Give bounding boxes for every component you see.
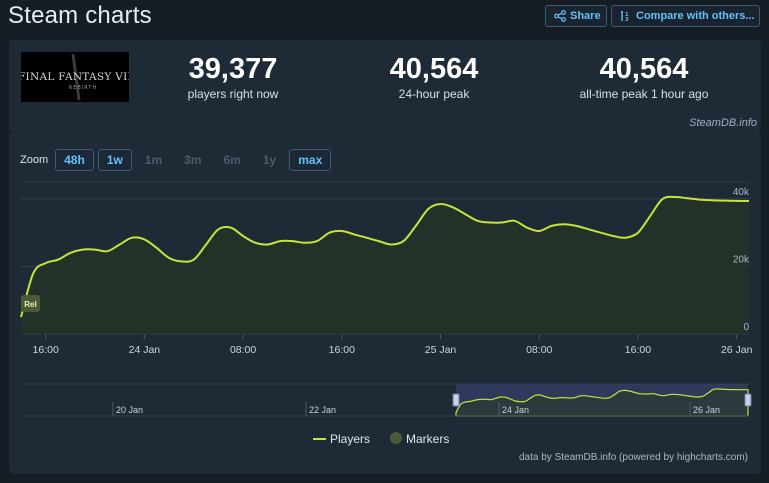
x-tick-label: 16:00 [33, 344, 59, 356]
navigator-right-handle[interactable] [744, 393, 752, 407]
stat-current-players: 39,377 players right now [163, 52, 303, 102]
y-tick-label: 40k [733, 187, 750, 198]
x-axis: 16:00 24 Jan 08:00 16:00 25 Jan 08:00 16:00 26 … [33, 334, 753, 356]
y-tick-label: 20k [733, 254, 750, 265]
x-tick-label: 16:00 [625, 344, 651, 356]
legend-item-players[interactable]: Players [313, 432, 370, 446]
compare-icon: 1 3 [621, 11, 629, 22]
x-tick-label: 24 Jan [129, 344, 161, 356]
share-label: Share [570, 10, 601, 22]
stat-label: players right now [187, 87, 279, 101]
stats-panel: FINAL FANTASY VII REBIRTH 39,377 players… [9, 40, 761, 132]
legend-item-markers[interactable]: Markers [390, 432, 449, 446]
players-area [21, 196, 749, 334]
navigator-left-handle[interactable] [452, 393, 460, 407]
navigator-label: 20 Jan [116, 405, 143, 415]
legend-markers-label: Markers [406, 432, 449, 446]
stat-value: 39,377 [188, 53, 278, 85]
chart-legend: Players Markers [313, 432, 449, 446]
navigator-label: 22 Jan [309, 405, 336, 415]
x-tick-label: 08:00 [230, 344, 256, 356]
game-logo-title: FINAL FANTASY VII [21, 71, 129, 83]
stat-24h-peak: 40,564 24-hour peak [364, 52, 504, 102]
chart-panel: Zoom 48h 1w 1m 3m 6m 1y max 0 20k 40k 16:0… [9, 132, 761, 474]
x-tick-label: 25 Jan [425, 344, 457, 356]
game-logo-art: FINAL FANTASY VII REBIRTH [21, 52, 129, 102]
release-marker[interactable]: Rel [21, 295, 40, 312]
stat-label: all-time peak 1 hour ago [579, 87, 709, 101]
players-chart[interactable]: 0 20k 40k 16:00 24 Jan 08:00 16:00 25 Jan 08:00… [9, 132, 761, 474]
share-icon [554, 10, 566, 22]
game-logo[interactable]: FINAL FANTASY VII REBIRTH [21, 52, 129, 102]
navigator-label: 24 Jan [502, 405, 529, 415]
y-tick-label: 0 [743, 322, 749, 333]
chart-plot [20, 195, 750, 334]
navigator[interactable]: 20 Jan 22 Jan 24 Jan 26 Jan [21, 383, 752, 417]
stat-label: 24-hour peak [398, 87, 470, 101]
compare-button[interactable]: 1 3 Compare with others... [611, 5, 760, 27]
stat-value: 40,564 [389, 53, 479, 85]
page-title: Steam charts [8, 2, 152, 29]
x-tick-label: 26 Jan [721, 344, 753, 356]
stat-all-time-peak: 40,564 all-time peak 1 hour ago [569, 52, 719, 102]
x-tick-label: 08:00 [526, 344, 552, 356]
svg-text:3: 3 [625, 17, 629, 22]
compare-label: Compare with others... [636, 10, 755, 22]
data-credit[interactable]: data by SteamDB.info (powered by highcha… [519, 452, 748, 463]
legend-markers-swatch [390, 432, 402, 444]
x-tick-label: 16:00 [329, 344, 355, 356]
release-marker-label: Rel [24, 300, 36, 309]
share-button[interactable]: Share [545, 5, 607, 27]
legend-players-label: Players [330, 432, 370, 446]
steamdb-credit[interactable]: SteamDB.info [689, 117, 757, 129]
stat-value: 40,564 [599, 53, 689, 85]
navigator-label: 26 Jan [693, 405, 720, 415]
game-logo-subtitle: REBIRTH [69, 85, 97, 91]
